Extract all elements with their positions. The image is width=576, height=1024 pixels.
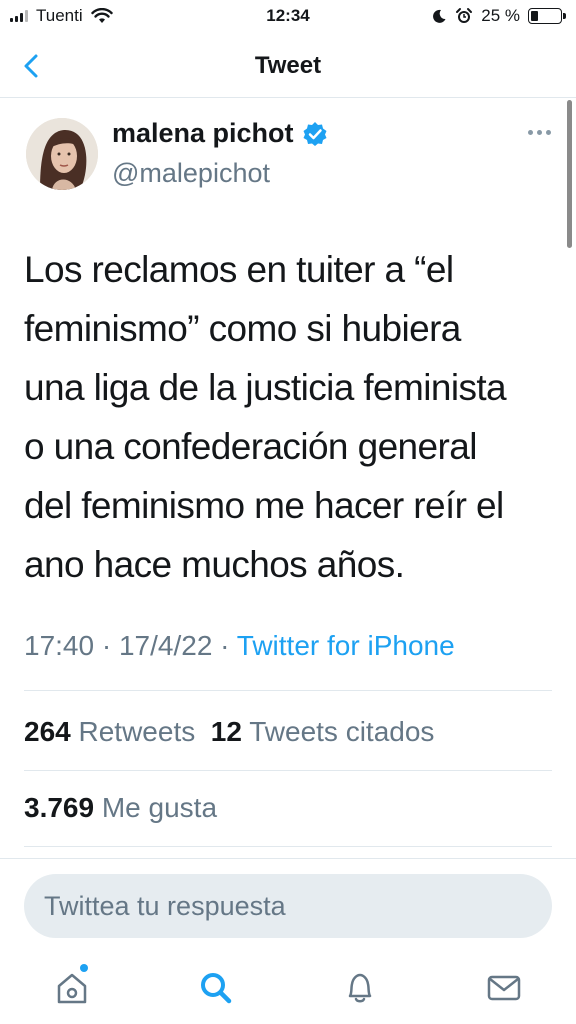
quotes-label: Tweets citados — [249, 716, 435, 747]
quote-tweets-link[interactable]: 12 Tweets citados — [211, 716, 435, 747]
tweet-date: 17/4/22 — [118, 630, 213, 661]
divider — [24, 690, 552, 691]
author-name[interactable]: malena pichot — [112, 118, 294, 149]
likes-count: 3.769 — [24, 792, 95, 823]
retweets-count: 264 — [24, 716, 71, 747]
tweet-text-line: o una confederación general — [24, 426, 477, 467]
moon-icon — [433, 9, 446, 23]
reply-input[interactable]: Twittea tu respuesta — [24, 874, 552, 938]
tweet-meta: 17:40 · 17/4/22 · Twitter for iPhone — [24, 630, 455, 662]
tweet-text-line: feminismo” como si hubiera — [24, 308, 461, 349]
alarm-icon — [456, 8, 473, 23]
battery-fill — [531, 11, 538, 21]
battery-icon — [528, 8, 566, 24]
tweet-text: Los reclamos en tuiter a “el feminismo” … — [24, 240, 554, 594]
tweet-text-line: Los reclamos en tuiter a “el — [24, 249, 454, 290]
meta-separator: · — [101, 630, 112, 661]
verified-badge-icon — [303, 121, 327, 146]
retweets-link[interactable]: 264 Retweets — [24, 716, 195, 747]
page-title: Tweet — [254, 52, 322, 79]
tweet-text-line: una liga de la justicia feminista — [24, 367, 507, 408]
divider — [24, 846, 552, 847]
retweet-stats: 264 Retweets 12 Tweets citados — [24, 716, 434, 748]
status-right: 25 % — [431, 6, 566, 26]
divider — [0, 858, 576, 859]
search-icon[interactable] — [196, 968, 236, 1008]
status-bar: Tuenti 12:34 25 % — [0, 0, 576, 34]
home-icon[interactable] — [52, 968, 92, 1008]
quotes-count: 12 — [210, 716, 242, 747]
messages-icon[interactable] — [484, 968, 524, 1008]
battery-percent: 25 % — [481, 6, 520, 25]
retweets-label: Retweets — [78, 716, 196, 747]
reply-placeholder: Twittea tu respuesta — [44, 891, 286, 921]
likes-label: Me gusta — [101, 792, 218, 823]
avatar-image — [26, 118, 98, 190]
notifications-icon[interactable] — [340, 968, 380, 1008]
meta-separator: · — [220, 630, 230, 661]
tweet-text-line: ano hace muchos años. — [24, 544, 405, 585]
scrollbar[interactable] — [567, 100, 572, 248]
tweet-text-line: del feminismo me hacer reír el — [24, 485, 504, 526]
more-options-icon[interactable] — [524, 122, 554, 142]
author-handle[interactable]: @malepichot — [112, 158, 270, 189]
home-notification-dot — [80, 964, 88, 972]
tweet-time: 17:40 — [24, 630, 95, 661]
divider — [24, 770, 552, 771]
nav-bar: Tweet — [0, 34, 576, 98]
likes-stats[interactable]: 3.769 Me gusta — [24, 792, 217, 824]
tweet-source-link[interactable]: Twitter for iPhone — [237, 630, 455, 661]
author-row: malena pichot — [112, 118, 328, 149]
avatar[interactable] — [26, 118, 98, 190]
